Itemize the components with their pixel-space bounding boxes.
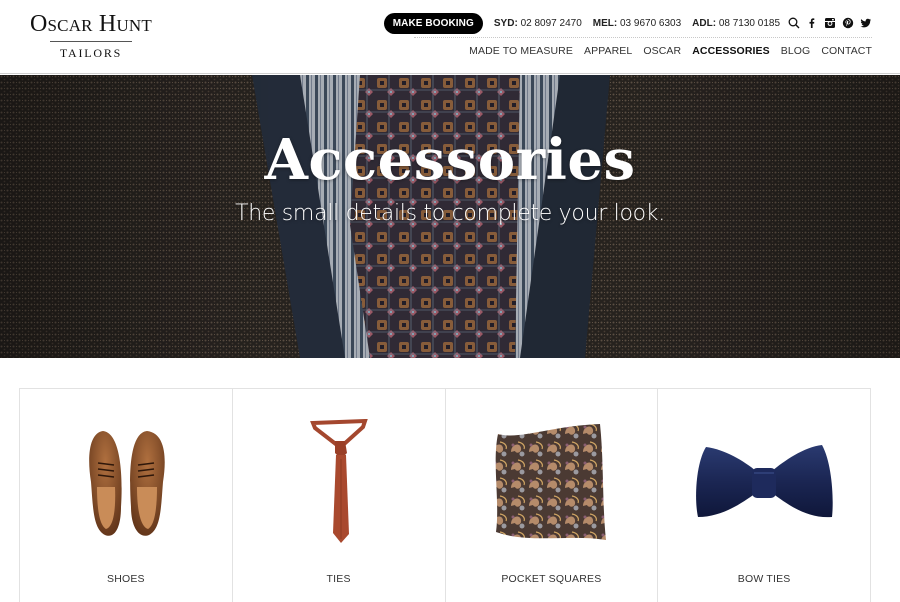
phone-city: ADL:: [692, 17, 717, 29]
social-icons: [788, 17, 872, 29]
site-header: Oscar Hunt TAILORS MAKE BOOKING SYD: 02 …: [0, 0, 900, 74]
phone-number: 03 9670 6303: [619, 17, 682, 29]
hero-banner: Accessories The small details to complet…: [0, 75, 900, 358]
nav-blog[interactable]: BLOG: [781, 45, 811, 57]
category-grid: SHOES TIES POCKET SQUARES BOW TIES: [19, 388, 871, 602]
nav-oscar[interactable]: OSCAR: [643, 45, 681, 57]
phone-number: 08 7130 0185: [718, 17, 780, 29]
header-dotted-divider: [414, 37, 872, 38]
nav-contact[interactable]: CONTACT: [821, 45, 872, 57]
category-ties[interactable]: TIES: [233, 389, 446, 602]
category-label: BOW TIES: [737, 573, 791, 585]
phone-adelaide[interactable]: ADL: 08 7130 0185: [692, 18, 780, 29]
brand-name: Oscar Hunt: [29, 11, 152, 37]
make-booking-button[interactable]: MAKE BOOKING: [383, 12, 483, 34]
pinterest-icon[interactable]: [842, 17, 854, 29]
search-icon[interactable]: [788, 17, 800, 29]
phone-city: SYD:: [493, 17, 518, 29]
main-nav: MADE TO MEASURE APPAREL OSCAR ACCESSORIE…: [469, 45, 872, 57]
pocket-square-image: [446, 413, 658, 553]
logo-link[interactable]: Oscar Hunt TAILORS: [19, 11, 163, 60]
tie-image: [233, 413, 445, 553]
nav-apparel[interactable]: APPAREL: [584, 45, 632, 57]
category-label: SHOES: [106, 573, 145, 585]
category-pocket-squares[interactable]: POCKET SQUARES: [446, 389, 659, 602]
logo-divider: [50, 41, 132, 42]
category-label: TIES: [326, 573, 351, 585]
instagram-icon[interactable]: [824, 17, 836, 29]
shoes-image: [20, 413, 232, 553]
phone-number: 02 8097 2470: [520, 17, 582, 29]
hero-subtitle: The small details to complete your look.: [235, 201, 665, 226]
nav-made-to-measure[interactable]: MADE TO MEASURE: [469, 45, 573, 57]
twitter-icon[interactable]: [860, 17, 872, 29]
nav-accessories[interactable]: ACCESSORIES: [692, 45, 770, 57]
phone-melbourne[interactable]: MEL: 03 9670 6303: [593, 18, 681, 29]
top-bar: MAKE BOOKING SYD: 02 8097 2470 MEL: 03 9…: [383, 12, 872, 34]
brand-tagline: TAILORS: [59, 46, 123, 60]
hero-title: Accessories: [264, 127, 636, 193]
category-shoes[interactable]: SHOES: [20, 389, 233, 602]
phone-sydney[interactable]: SYD: 02 8097 2470: [494, 18, 582, 29]
category-label: POCKET SQUARES: [501, 573, 602, 585]
category-bow-ties[interactable]: BOW TIES: [658, 389, 870, 602]
facebook-icon[interactable]: [806, 17, 818, 29]
bow-tie-image: [658, 413, 870, 553]
phone-city: MEL:: [592, 17, 618, 29]
